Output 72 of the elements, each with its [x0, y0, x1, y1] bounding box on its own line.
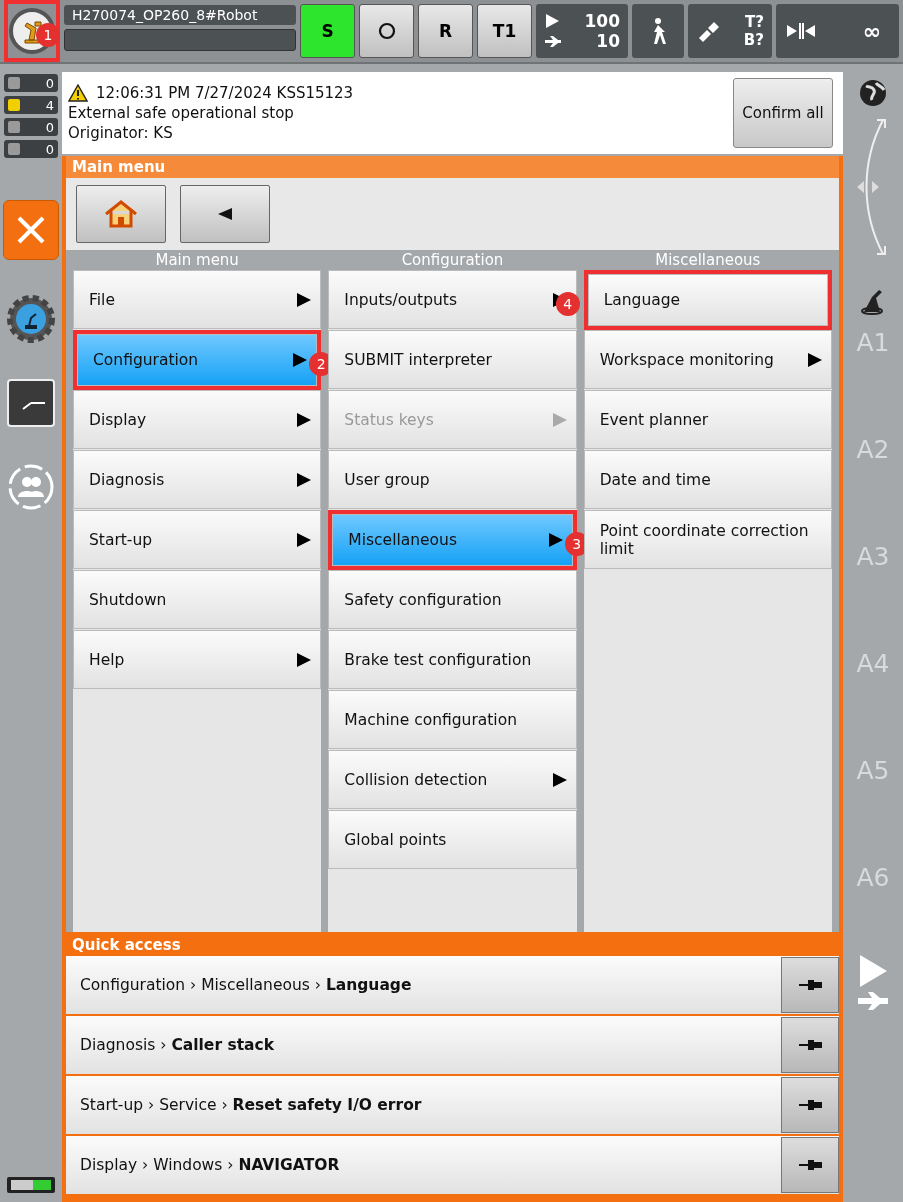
quick-access-row[interactable]: Start-up › Service › Reset safety I/O error — [66, 1076, 839, 1134]
menu-item[interactable]: File — [73, 270, 322, 329]
close-button[interactable] — [3, 200, 59, 260]
mode-button[interactable]: S — [300, 4, 355, 58]
message-counter[interactable]: 4 — [4, 96, 58, 114]
tool-base-button[interactable]: T? B? — [688, 4, 772, 58]
message-header: 12:06:31 PM 7/27/2024 KSS15123 — [96, 84, 354, 102]
menu-item[interactable]: Start-up — [73, 510, 322, 569]
warning-icon — [68, 84, 88, 102]
back-button[interactable] — [180, 185, 270, 243]
program-state-button[interactable] — [359, 4, 414, 58]
message-originator: Originator: KS — [68, 124, 174, 142]
mode-button[interactable]: T1 — [477, 4, 532, 58]
pin-button[interactable] — [781, 1077, 839, 1133]
menu-item[interactable]: Date and time — [583, 450, 832, 509]
menu-item[interactable]: Diagnosis — [73, 450, 322, 509]
pin-button[interactable] — [781, 1017, 839, 1073]
menu-item[interactable]: User group — [328, 450, 577, 509]
gear-icon[interactable] — [6, 294, 56, 344]
battery-icon — [6, 1176, 56, 1194]
menu-item[interactable]: Language — [587, 274, 828, 326]
home-icon — [103, 199, 139, 229]
quick-access-path: Configuration › Miscellaneous › Language — [80, 976, 412, 994]
play-icon — [544, 13, 560, 29]
menu-item[interactable]: Configuration — [77, 334, 318, 386]
menu-item[interactable]: Collision detection — [328, 750, 577, 809]
confirm-all-button[interactable]: Confirm all — [733, 78, 833, 148]
menu-item[interactable]: Machine configuration — [328, 690, 577, 749]
mode-button[interactable]: R — [418, 4, 473, 58]
callout-number: 1 — [36, 23, 60, 47]
pin-icon — [798, 1039, 822, 1051]
menu-item[interactable]: Shutdown — [73, 570, 322, 629]
globe-icon[interactable] — [858, 78, 888, 108]
column-header: Configuration — [328, 250, 577, 270]
close-icon — [15, 214, 47, 246]
pin-icon — [798, 1099, 822, 1111]
message-counter[interactable]: 0 — [4, 74, 58, 92]
menu-item[interactable]: Miscellaneous — [332, 514, 573, 566]
menu-item[interactable]: Global points — [328, 810, 577, 869]
menu-item[interactable]: Brake test configuration — [328, 630, 577, 689]
quick-access-path: Diagnosis › Caller stack — [80, 1036, 274, 1054]
quick-access-title: Quick access — [71, 935, 182, 956]
pin-icon — [798, 1159, 822, 1171]
column-header: Main menu — [73, 250, 322, 270]
menu-item[interactable]: Help — [73, 630, 322, 689]
pin-button[interactable] — [781, 1137, 839, 1193]
override-button[interactable]: 100 10 — [536, 4, 628, 58]
column-header: Miscellaneous — [583, 250, 832, 270]
quick-access-row[interactable]: Display › Windows › NAVIGATOR — [66, 1136, 839, 1194]
message-counter[interactable]: 0 — [4, 140, 58, 158]
panel-title: Main menu — [66, 156, 839, 178]
message-text: External safe operational stop — [68, 104, 295, 122]
back-arrow-icon — [217, 207, 233, 221]
robot-name: H270074_OP260_8#Robot — [64, 5, 296, 25]
run-mode-button[interactable]: ∞ — [776, 4, 899, 58]
menu-item[interactable]: Display — [73, 390, 322, 449]
quick-access-path: Display › Windows › NAVIGATOR — [80, 1156, 340, 1174]
quick-access-row[interactable]: Diagnosis › Caller stack — [66, 1016, 839, 1074]
step-arrows-icon — [786, 22, 816, 40]
pin-button[interactable] — [781, 957, 839, 1013]
quick-access-path: Start-up › Service › Reset safety I/O error — [80, 1096, 422, 1114]
menu-item[interactable]: Event planner — [583, 390, 832, 449]
menu-item[interactable]: Point coordinate correction limit — [583, 510, 832, 569]
menu-item[interactable]: Safety configuration — [328, 570, 577, 629]
menu-item[interactable]: SUBMIT interpreter — [328, 330, 577, 389]
menu-item[interactable]: Workspace monitoring — [583, 330, 832, 389]
home-button[interactable] — [76, 185, 166, 243]
quick-access-row[interactable]: Configuration › Miscellaneous › Language — [66, 956, 839, 1014]
pin-icon — [798, 979, 822, 991]
jog-mode-button[interactable] — [632, 4, 684, 58]
circle-icon — [376, 21, 397, 41]
message-counter[interactable]: 0 — [4, 118, 58, 136]
